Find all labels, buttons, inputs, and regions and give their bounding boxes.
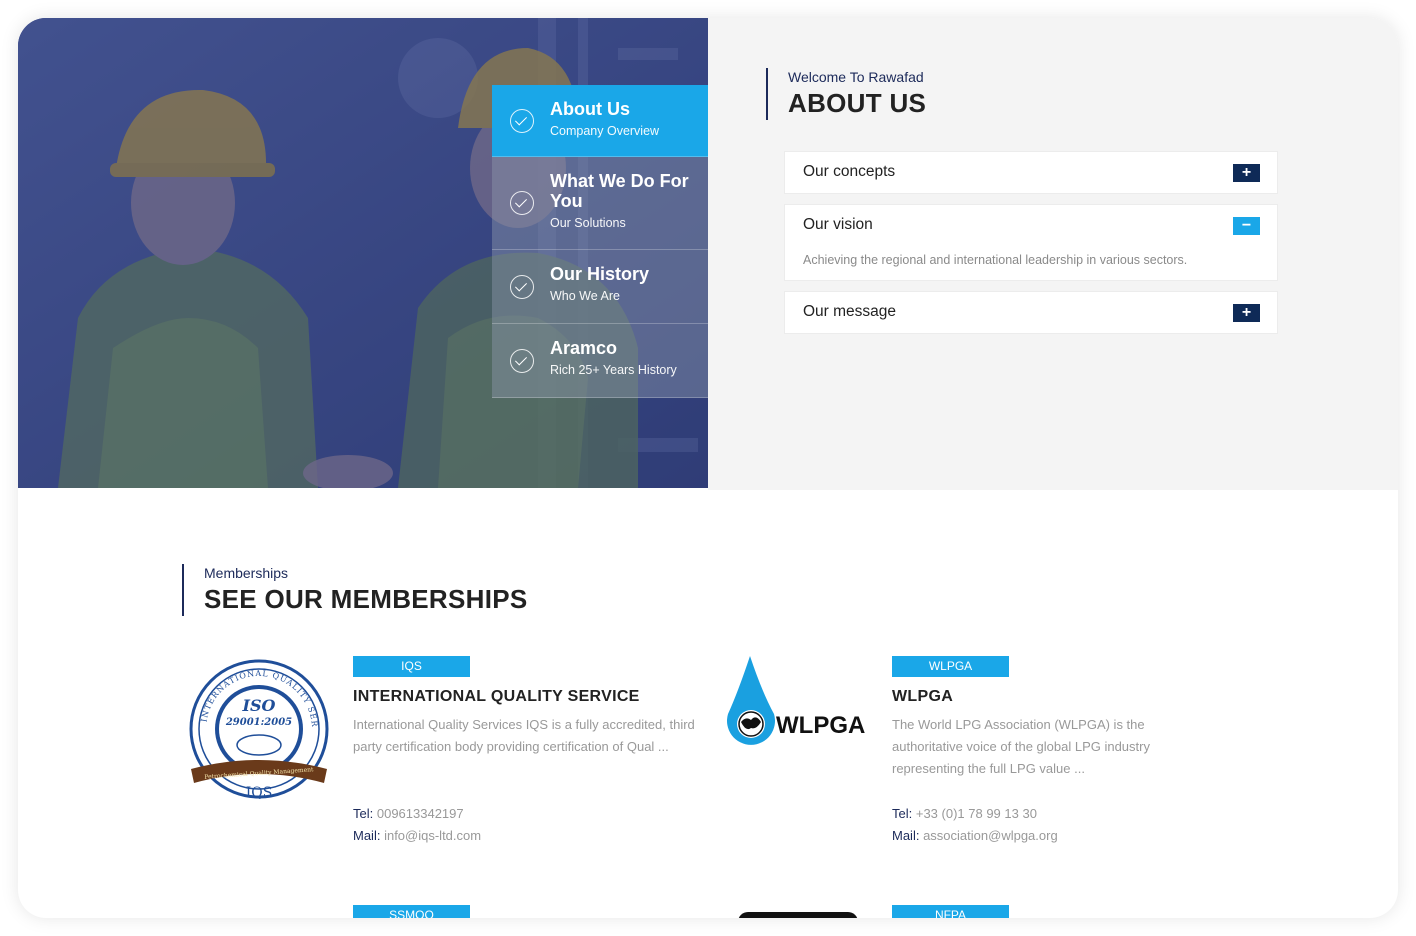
mail-value[interactable]: info@iqs-ltd.com (384, 828, 481, 843)
about-heading: ABOUT US (788, 88, 927, 118)
membership-badge[interactable]: WLPGA (892, 656, 1009, 677)
check-circle-icon (510, 108, 534, 133)
tab-our-history[interactable]: Our History Who We Are (492, 250, 708, 324)
tel-value[interactable]: +33 (0)1 78 99 13 30 (916, 806, 1037, 821)
membership-tel: Tel: +33 (0)1 78 99 13 30 (892, 803, 1037, 825)
check-circle-icon (510, 191, 534, 215)
tab-aramco[interactable]: Aramco Rich 25+ Years History (492, 324, 708, 398)
accordion-body: Achieving the regional and international… (803, 253, 1188, 267)
tel-value[interactable]: 009613342197 (377, 806, 464, 821)
page-frame: About Us Company Overview What We Do For… (18, 18, 1398, 918)
membership-description: International Quality Services IQS is a … (353, 717, 695, 754)
next-logo-partial (738, 912, 858, 918)
tab-about-us[interactable]: About Us Company Overview (492, 85, 708, 157)
accordion-label: Our message (803, 303, 897, 320)
check-circle-icon (510, 348, 534, 373)
tel-label: Tel: (892, 806, 913, 821)
membership-badge-next[interactable]: SSMOO (353, 905, 470, 918)
tab-subtitle: Our Solutions (550, 216, 626, 230)
iqs-logo: INTERNATIONAL QUALITY SERVICES ISO 29001… (186, 659, 329, 801)
membership-mail: Mail: info@iqs-ltd.com (353, 825, 481, 847)
tab-subtitle: Company Overview (550, 124, 660, 138)
iqs-logo-name: IQS (246, 785, 273, 801)
hero-image: About Us Company Overview What We Do For… (18, 18, 708, 488)
membership-tel: Tel: 009613342197 (353, 803, 464, 825)
tab-title: What We Do For You (550, 171, 689, 211)
plus-icon[interactable]: + (1233, 304, 1260, 322)
memberships-header: Memberships SEE OUR MEMBERSHIPS (182, 564, 528, 616)
membership-name[interactable]: WLPGA (892, 688, 953, 706)
check-circle-icon (510, 274, 534, 299)
tab-title: Aramco (550, 338, 618, 358)
mail-value[interactable]: association@wlpga.org (923, 828, 1058, 843)
memberships-eyebrow: Memberships (204, 565, 289, 581)
wlpga-logo-text: WLPGA (776, 712, 865, 739)
mail-label: Mail: (353, 828, 381, 843)
membership-name[interactable]: INTERNATIONAL QUALITY SERVICE (353, 688, 640, 706)
tab-what-we-do[interactable]: What We Do For You Our Solutions (492, 157, 708, 250)
hero-tab-menu: About Us Company Overview What We Do For… (492, 85, 708, 398)
about-eyebrow: Welcome To Rawafad (788, 69, 924, 85)
accordion-label: Our vision (803, 216, 873, 233)
membership-badge-next[interactable]: NFPA (892, 905, 1009, 918)
iqs-logo-iso: ISO (242, 696, 276, 715)
accordion-our-concepts[interactable]: Our concepts + (784, 151, 1278, 194)
iqs-logo-std: 29001:2005 (225, 717, 292, 728)
accordion-our-message[interactable]: Our message + (784, 291, 1278, 334)
membership-badge[interactable]: IQS (353, 656, 470, 677)
wlpga-logo: WLPGA (727, 656, 865, 745)
membership-mail: Mail: association@wlpga.org (892, 825, 1058, 847)
about-panel: Welcome To Rawafad ABOUT US Our concepts… (708, 18, 1398, 490)
accordion-our-vision[interactable]: Our vision − Achieving the regional and … (784, 204, 1278, 281)
tel-label: Tel: (353, 806, 374, 821)
accordion-label: Our concepts (803, 163, 896, 180)
tab-subtitle: Who We Are (550, 289, 620, 303)
tab-subtitle: Rich 25+ Years History (550, 363, 677, 377)
about-header: Welcome To Rawafad ABOUT US (766, 68, 926, 120)
plus-icon[interactable]: + (1233, 164, 1260, 182)
mail-label: Mail: (892, 828, 920, 843)
minus-icon[interactable]: − (1233, 217, 1260, 235)
tab-title: About Us (550, 99, 630, 119)
memberships-heading: SEE OUR MEMBERSHIPS (204, 584, 528, 614)
membership-description: The World LPG Association (WLPGA) is the… (892, 717, 1150, 776)
tab-title: Our History (550, 264, 650, 284)
